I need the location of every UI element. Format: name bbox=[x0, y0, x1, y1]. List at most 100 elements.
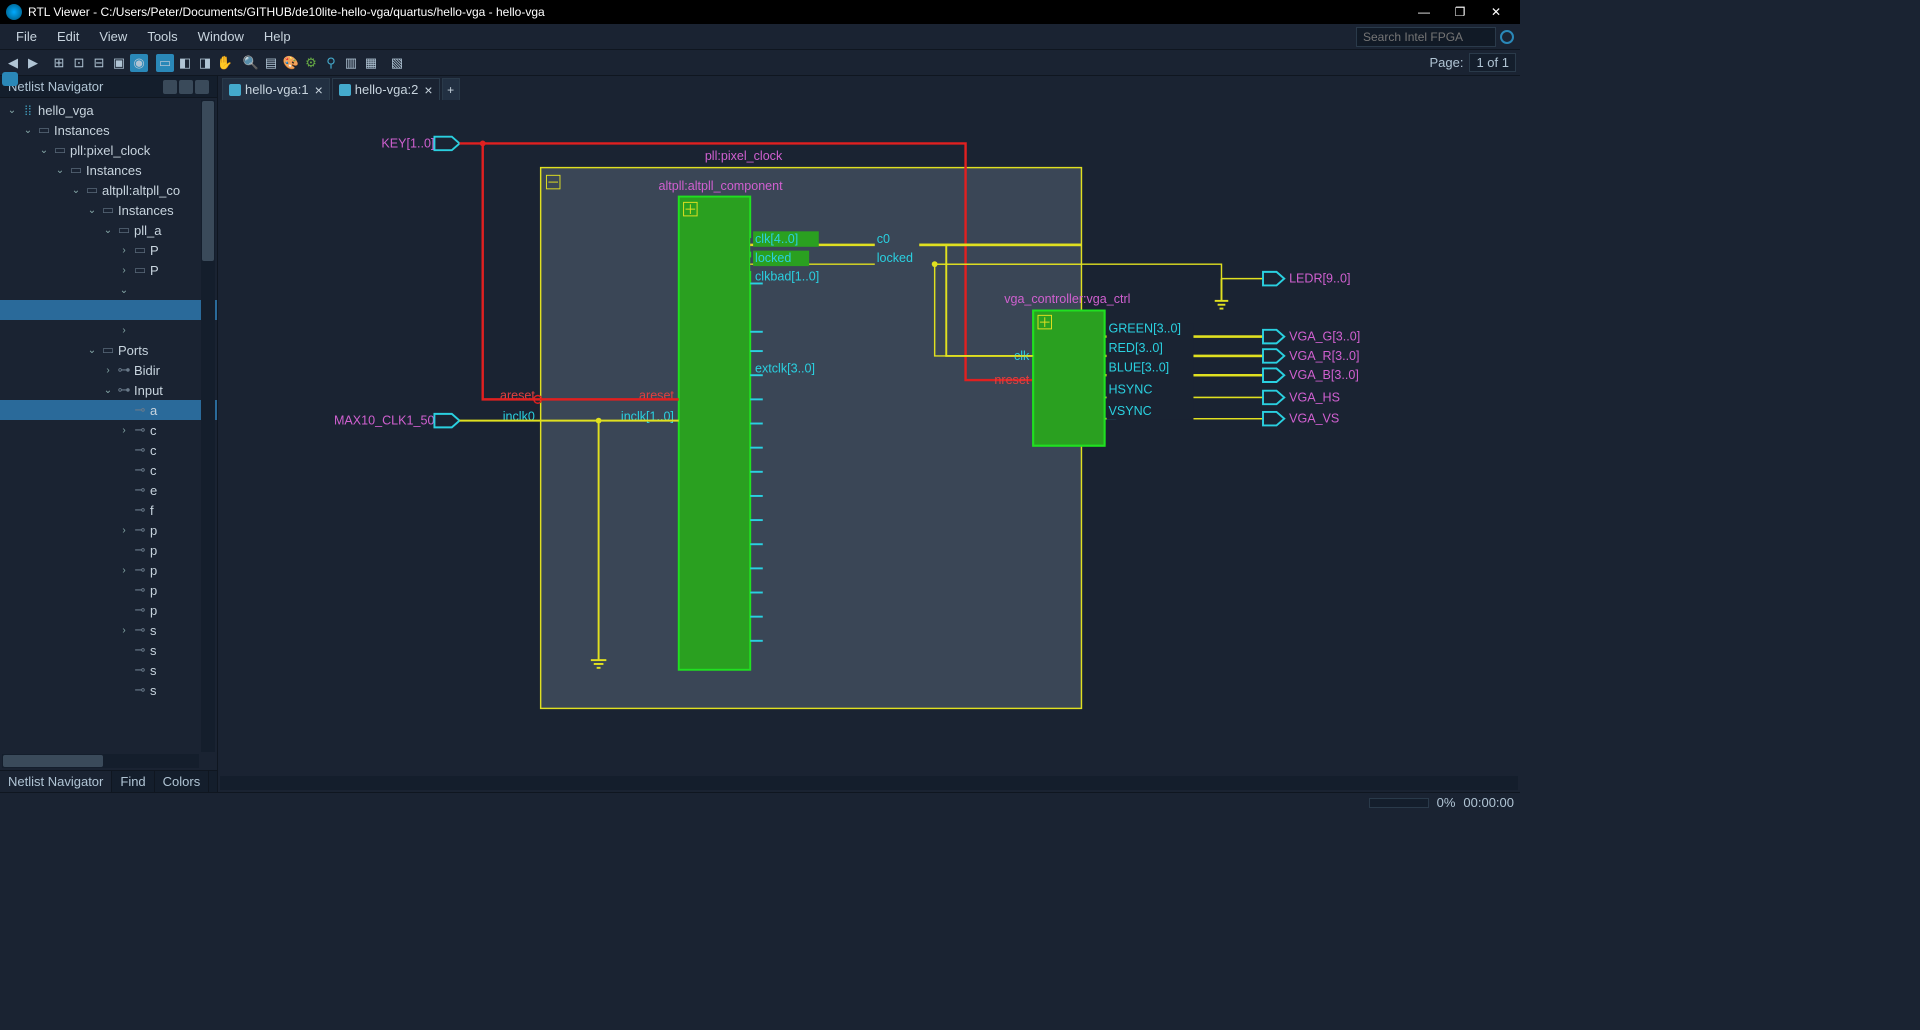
tree-hscrollbar[interactable] bbox=[2, 754, 199, 768]
tool-back-icon[interactable]: ◀ bbox=[4, 54, 22, 72]
search-input[interactable] bbox=[1356, 27, 1496, 47]
output-vga-b-pin[interactable] bbox=[1263, 368, 1284, 382]
tool-select-icon[interactable]: ▭ bbox=[156, 54, 174, 72]
tool-zoomout-icon[interactable]: ▤ bbox=[262, 54, 280, 72]
side-tab-navigator[interactable]: Netlist Navigator bbox=[0, 771, 112, 792]
menu-file[interactable]: File bbox=[6, 26, 47, 47]
tool-palette-icon[interactable]: 🎨 bbox=[282, 54, 300, 72]
tool-4[interactable]: ▣ bbox=[110, 54, 128, 72]
tab-icon bbox=[229, 84, 241, 96]
tool-6[interactable]: ◧ bbox=[176, 54, 194, 72]
tree-instances[interactable]: Instances bbox=[54, 123, 110, 138]
tool-1[interactable]: ⊞ bbox=[50, 54, 68, 72]
feedback-icon[interactable] bbox=[2, 72, 18, 86]
tree-instances2[interactable]: Instances bbox=[86, 163, 142, 178]
sidebar-max-icon[interactable] bbox=[179, 80, 193, 94]
svg-text:BLUE[3..0]: BLUE[3..0] bbox=[1108, 360, 1169, 374]
side-tab-find[interactable]: Find bbox=[112, 771, 154, 792]
doc-tab-add[interactable]: + bbox=[442, 78, 460, 100]
tree-selected-1[interactable] bbox=[0, 300, 217, 320]
status-pct: 0% bbox=[1437, 795, 1456, 810]
side-tab-colors[interactable]: Colors bbox=[155, 771, 210, 792]
progress-bar bbox=[1369, 798, 1429, 808]
tree-altpll[interactable]: altpll:altpll_co bbox=[102, 183, 180, 198]
tree-pll[interactable]: pll:pixel_clock bbox=[70, 143, 150, 158]
tool-2[interactable]: ⊡ bbox=[70, 54, 88, 72]
menu-window[interactable]: Window bbox=[188, 26, 254, 47]
tree-item[interactable]: s bbox=[150, 683, 157, 698]
help-icon[interactable] bbox=[1500, 30, 1514, 44]
tree-ports[interactable]: Ports bbox=[118, 343, 148, 358]
tree-input[interactable]: Input bbox=[134, 383, 163, 398]
svg-text:c0: c0 bbox=[877, 232, 890, 246]
tree-item[interactable]: c bbox=[150, 443, 157, 458]
document-tabs: hello-vga:1× hello-vga:2× + bbox=[218, 76, 1520, 100]
tree-item[interactable]: s bbox=[150, 643, 157, 658]
schematic-canvas[interactable]: pll:pixel_clock altpll:altpll_component bbox=[218, 100, 1520, 776]
tab-close-icon[interactable]: × bbox=[315, 82, 323, 98]
tree-root[interactable]: hello_vga bbox=[38, 103, 94, 118]
tree-item[interactable]: f bbox=[150, 503, 154, 518]
block-vga[interactable] bbox=[1033, 311, 1104, 446]
tab-close-icon[interactable]: × bbox=[424, 82, 432, 98]
tree-p2[interactable]: P bbox=[150, 263, 159, 278]
tool-zoomin-icon[interactable]: 🔍 bbox=[242, 54, 260, 72]
port-label: nreset bbox=[994, 373, 1029, 387]
tool-8[interactable]: ⚲ bbox=[322, 54, 340, 72]
menu-view[interactable]: View bbox=[89, 26, 137, 47]
close-button[interactable]: ✕ bbox=[1478, 0, 1514, 24]
tree-item[interactable]: c bbox=[150, 463, 157, 478]
tool-5[interactable]: ◉ bbox=[130, 54, 148, 72]
output-vga-r-pin[interactable] bbox=[1263, 349, 1284, 363]
tree-item[interactable]: s bbox=[150, 623, 157, 638]
tree-item[interactable]: p bbox=[150, 563, 157, 578]
menu-help[interactable]: Help bbox=[254, 26, 301, 47]
tree-item[interactable]: p bbox=[150, 603, 157, 618]
tree-item[interactable]: p bbox=[150, 543, 157, 558]
menu-edit[interactable]: Edit bbox=[47, 26, 89, 47]
output-ledr-pin[interactable] bbox=[1263, 272, 1284, 286]
input-key-pin[interactable] bbox=[434, 137, 459, 151]
tree-instances3[interactable]: Instances bbox=[118, 203, 174, 218]
output-vga-g-pin[interactable] bbox=[1263, 330, 1284, 344]
tree-item-c[interactable]: c bbox=[150, 423, 157, 438]
pager-label: Page: bbox=[1429, 55, 1463, 70]
output-label: VGA_VS bbox=[1289, 412, 1339, 426]
output-vga-hs-pin[interactable] bbox=[1263, 391, 1284, 405]
tree[interactable]: ⌄⁞⁞hello_vga ⌄▭Instances ⌄▭pll:pixel_clo… bbox=[0, 98, 217, 770]
tree-pll-a[interactable]: pll_a bbox=[134, 223, 161, 238]
tree-item-a[interactable]: ⊸a bbox=[0, 400, 217, 420]
maximize-button[interactable]: ❐ bbox=[1442, 0, 1478, 24]
canvas-hscrollbar[interactable] bbox=[220, 776, 1518, 790]
pager-value[interactable]: 1 of 1 bbox=[1469, 53, 1516, 72]
doc-tab-1[interactable]: hello-vga:1× bbox=[222, 78, 330, 100]
minimize-button[interactable]: — bbox=[1406, 0, 1442, 24]
tool-fwd-icon[interactable]: ▶ bbox=[24, 54, 42, 72]
tool-7[interactable]: ◨ bbox=[196, 54, 214, 72]
tree-p1[interactable]: P bbox=[150, 243, 159, 258]
tree-item[interactable]: e bbox=[150, 483, 157, 498]
statusbar: 0% 00:00:00 bbox=[0, 792, 1520, 812]
doc-tab-2[interactable]: hello-vga:2× bbox=[332, 78, 440, 100]
output-label: VGA_R[3..0] bbox=[1289, 349, 1359, 363]
tool-pan-icon[interactable]: ✋ bbox=[216, 54, 234, 72]
sidebar-title-bar: Netlist Navigator bbox=[0, 76, 217, 98]
tool-10[interactable]: ▦ bbox=[362, 54, 380, 72]
tree-item[interactable]: p bbox=[150, 523, 157, 538]
block-altpll[interactable] bbox=[679, 197, 750, 670]
tree-vscrollbar[interactable] bbox=[201, 100, 215, 752]
tool-3[interactable]: ⊟ bbox=[90, 54, 108, 72]
output-vga-vs-pin[interactable] bbox=[1263, 412, 1284, 426]
tree-item[interactable]: s bbox=[150, 663, 157, 678]
titlebar: RTL Viewer - C:/Users/Peter/Documents/GI… bbox=[0, 0, 1520, 24]
sidebar-pin-icon[interactable] bbox=[163, 80, 177, 94]
port-label: clkbad[1..0] bbox=[755, 270, 819, 284]
tool-9[interactable]: ▥ bbox=[342, 54, 360, 72]
tree-item[interactable]: p bbox=[150, 583, 157, 598]
tool-gear-icon[interactable]: ⚙ bbox=[302, 54, 320, 72]
tool-11[interactable]: ▧ bbox=[388, 54, 406, 72]
tree-bidir[interactable]: Bidir bbox=[134, 363, 160, 378]
sidebar-close-icon[interactable] bbox=[195, 80, 209, 94]
input-max10-pin[interactable] bbox=[434, 414, 459, 428]
menu-tools[interactable]: Tools bbox=[137, 26, 187, 47]
